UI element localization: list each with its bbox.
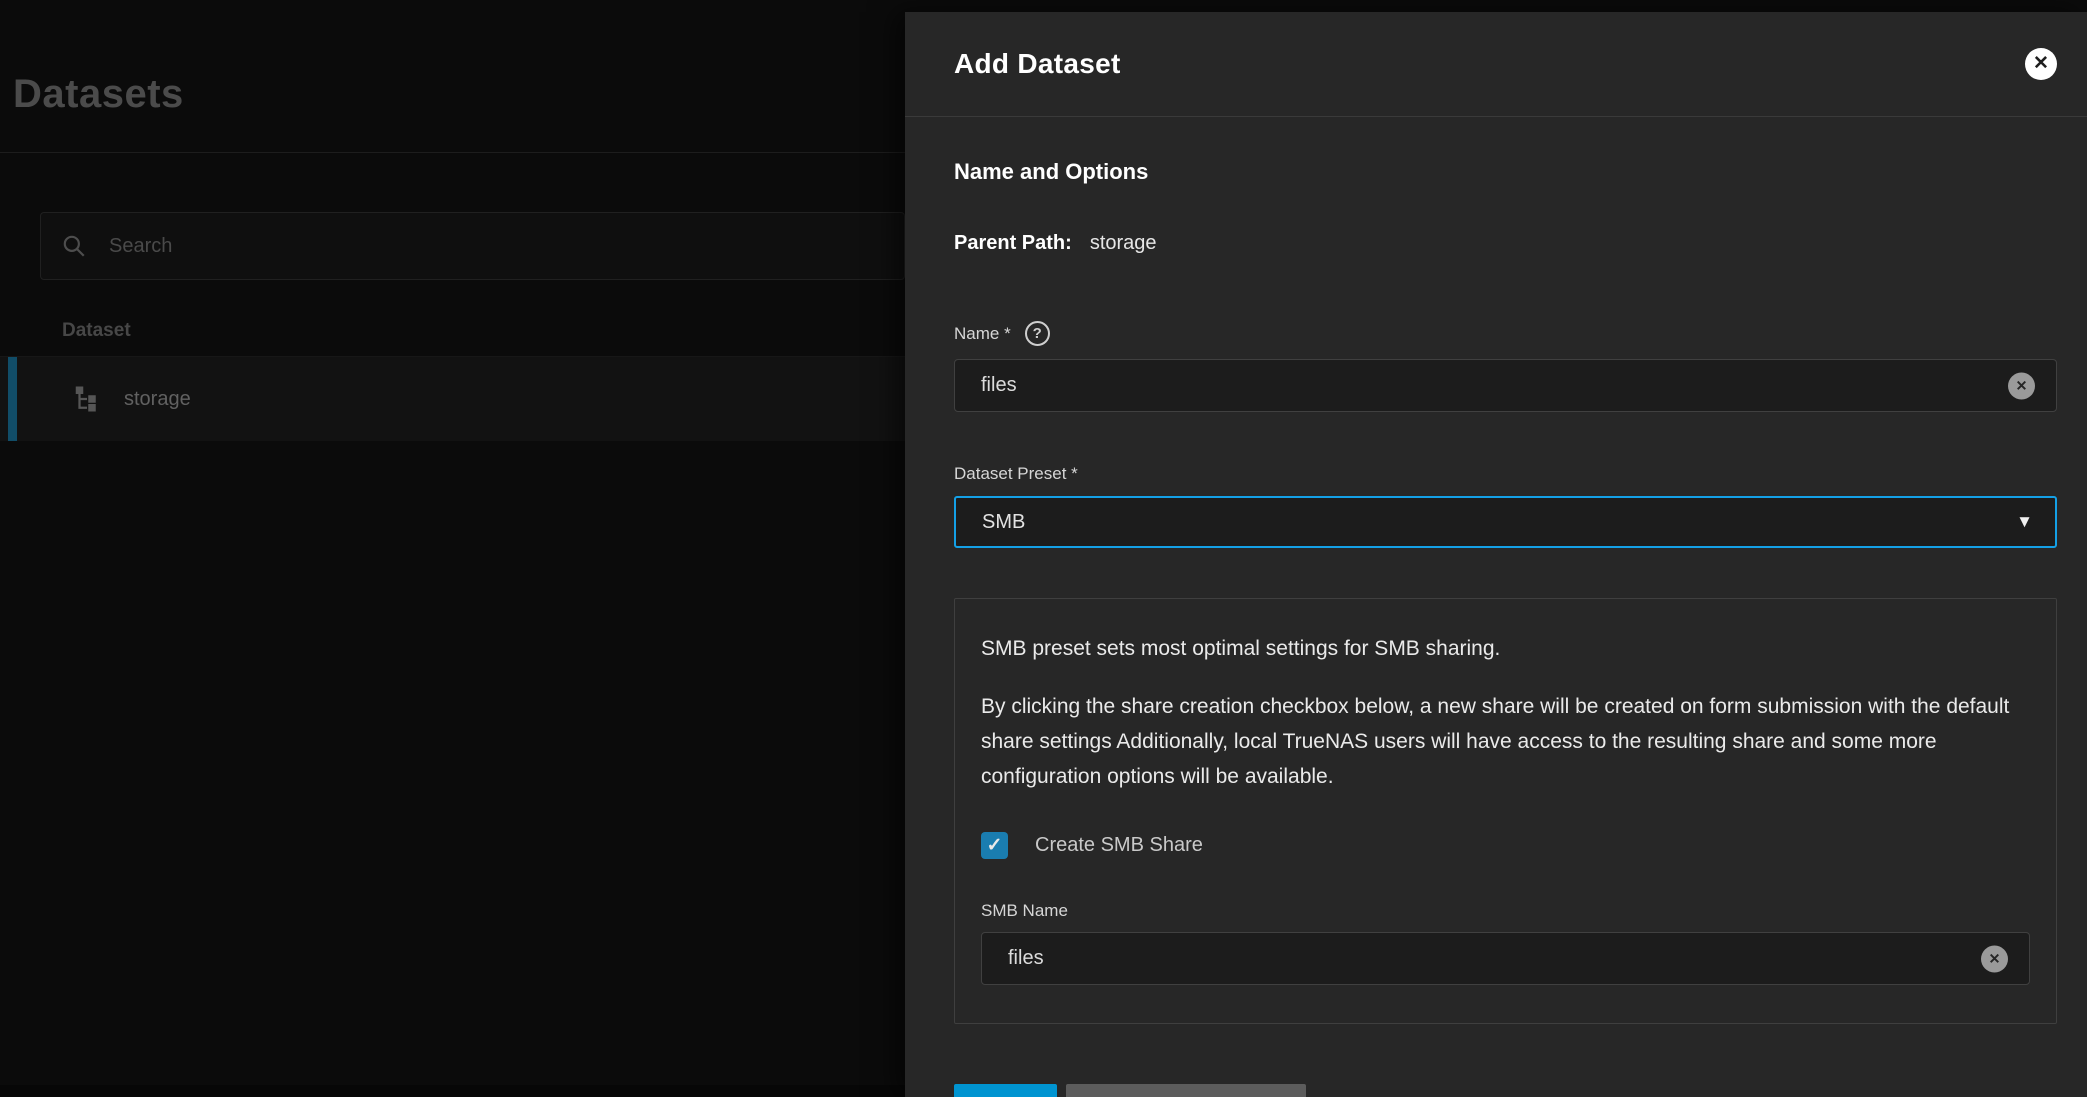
clear-smb-name-icon[interactable]: ✕	[1981, 945, 2008, 972]
form-actions: Save Advanced Options	[954, 1084, 2057, 1097]
page-title: Datasets	[13, 72, 184, 117]
search-input[interactable]	[109, 235, 884, 258]
parent-path-value: storage	[1090, 232, 1157, 255]
smb-name-input[interactable]	[981, 932, 2030, 985]
name-input[interactable]	[954, 359, 2057, 412]
smb-name-field-wrap: ✕	[981, 932, 2030, 985]
clear-name-icon[interactable]: ✕	[2008, 372, 2035, 399]
parent-path-row: Parent Path: storage	[954, 232, 2057, 255]
smb-preset-info-box: SMB preset sets most optimal settings fo…	[954, 598, 2057, 1024]
name-field-label-row: Name * ?	[954, 321, 2057, 346]
dataset-preset-select[interactable]: SMB ▼	[954, 496, 2057, 548]
selected-row-accent-bar	[8, 357, 17, 441]
section-title: Name and Options	[954, 159, 2057, 185]
datasets-page-background: Datasets Dataset storage	[0, 0, 905, 1097]
create-smb-share-row[interactable]: ✓ Create SMB Share	[981, 832, 2030, 859]
save-button[interactable]: Save	[954, 1084, 1057, 1097]
page-header-divider	[0, 152, 905, 153]
search-icon	[61, 233, 87, 259]
create-smb-share-checkbox[interactable]: ✓	[981, 832, 1008, 859]
panel-header: Add Dataset ✕	[905, 12, 2087, 117]
panel-title: Add Dataset	[954, 48, 1121, 80]
preset-field-label: Dataset Preset *	[954, 464, 1078, 484]
name-field-label: Name *	[954, 324, 1011, 344]
page-footer-strip	[0, 1085, 905, 1097]
close-icon[interactable]: ✕	[2025, 48, 2057, 80]
preset-field-label-row: Dataset Preset *	[954, 464, 2057, 484]
dataset-tree-row-storage[interactable]: storage	[0, 357, 905, 441]
help-icon[interactable]: ?	[1025, 321, 1050, 346]
add-dataset-panel: Add Dataset ✕ Name and Options Parent Pa…	[905, 12, 2087, 1097]
dataset-tree-icon	[72, 384, 102, 414]
advanced-options-button[interactable]: Advanced Options	[1066, 1084, 1306, 1097]
create-smb-share-label: Create SMB Share	[1035, 834, 1203, 857]
app-window: Datasets Dataset storage Add Data	[0, 0, 2087, 1097]
preset-info-paragraph: By clicking the share creation checkbox …	[981, 689, 2021, 794]
dataset-row-label: storage	[124, 388, 191, 411]
dataset-column-header: Dataset	[62, 320, 131, 342]
parent-path-label: Parent Path:	[954, 232, 1072, 255]
preset-info-line: SMB preset sets most optimal settings fo…	[981, 637, 2030, 661]
chevron-down-icon: ▼	[2016, 512, 2033, 532]
preset-selected-value: SMB	[982, 511, 1025, 534]
smb-name-label: SMB Name	[981, 901, 2030, 921]
name-field-wrap: ✕	[954, 359, 2057, 412]
panel-body: Name and Options Parent Path: storage Na…	[905, 117, 2087, 1097]
dataset-search-box[interactable]	[40, 212, 905, 280]
